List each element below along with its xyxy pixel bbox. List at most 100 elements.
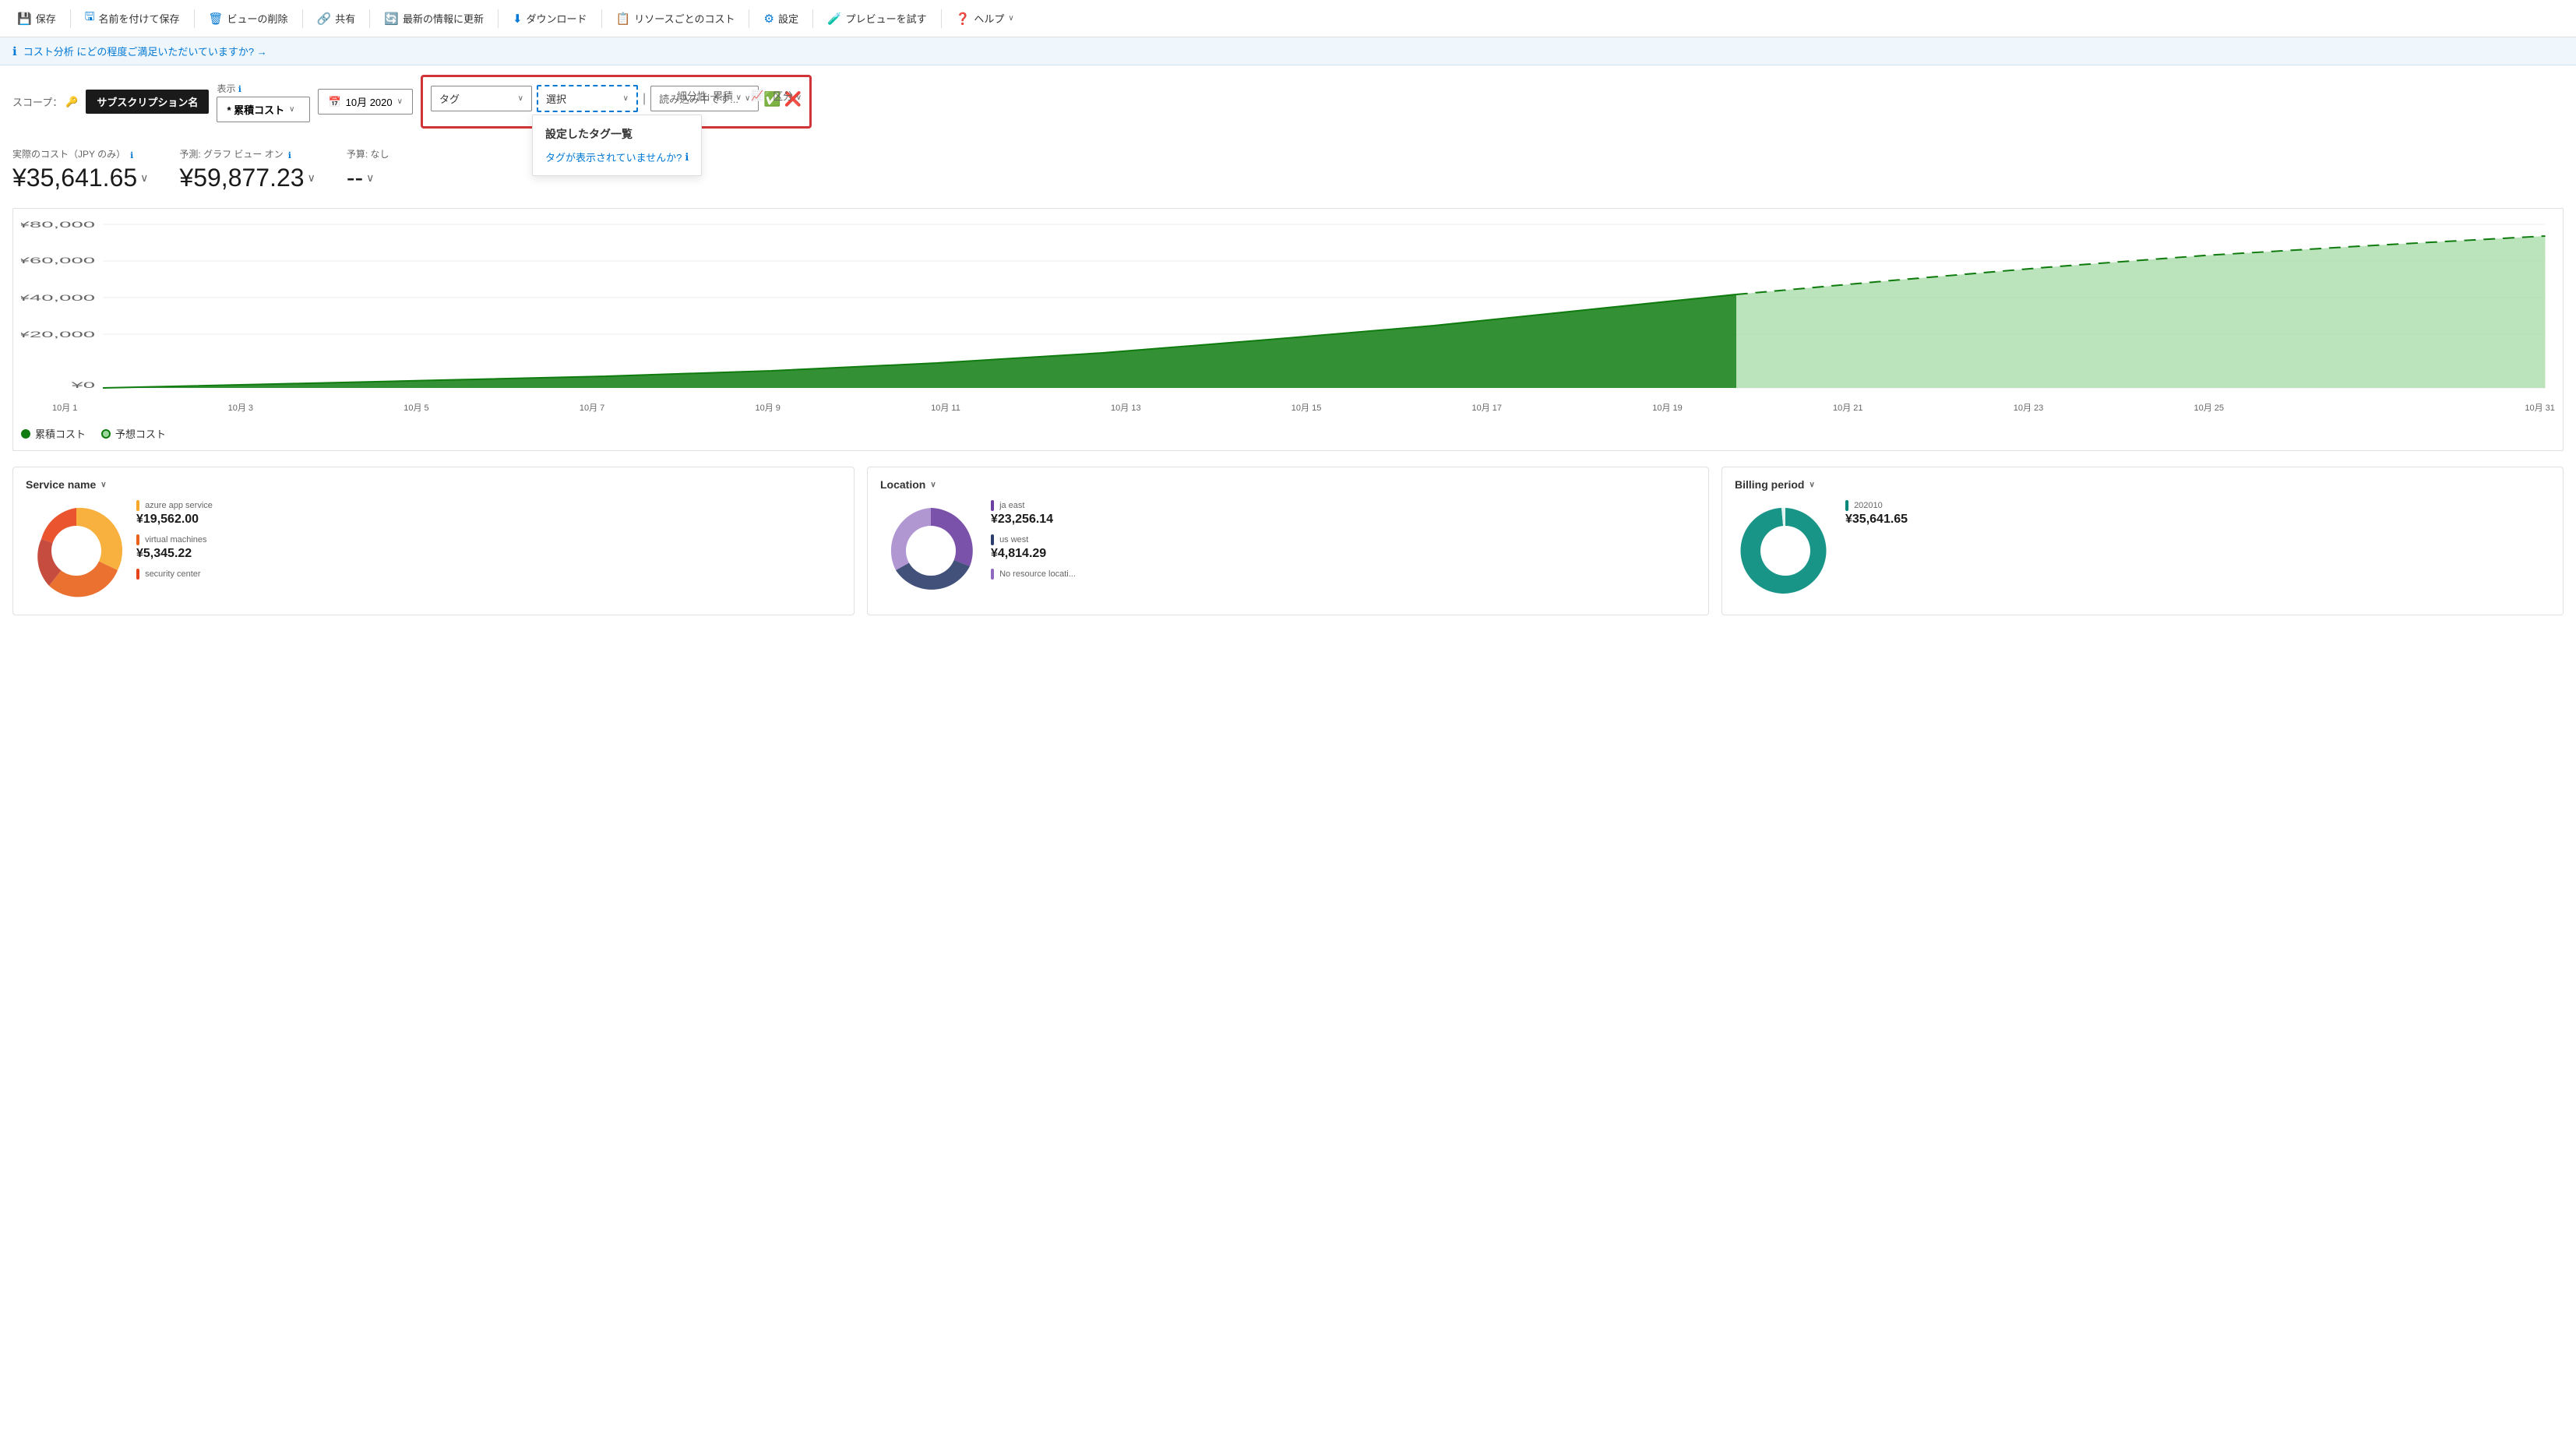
date-chevron-icon: ∨: [397, 97, 403, 106]
service-name-title: Service name: [26, 478, 96, 491]
granularity-chevron-icon: ∨: [736, 93, 742, 102]
location-donut: [880, 500, 981, 604]
forecast-legend-dot: [101, 429, 111, 439]
svg-text:¥40,000: ¥40,000: [21, 294, 95, 303]
forecast-legend-label: 予想コスト: [115, 426, 166, 441]
download-button[interactable]: ⬇ ダウンロード: [505, 7, 595, 30]
scope-filter-row: スコープ： 🔑 サブスクリプション名 表示 ℹ * 累積コスト ∨ 📅 10月 …: [12, 75, 2564, 129]
x-label-19: 10月 19: [1652, 401, 1683, 414]
share-button[interactable]: 🔗 共有: [309, 7, 364, 30]
forecast-cost-block: 予測: グラフ ビュー オン ℹ ¥59,877.23 ∨: [179, 147, 315, 192]
azure-app-color-bar: [136, 500, 139, 511]
info-text: コスト分析 にどの程度ご満足いただいていますか? →: [23, 44, 267, 58]
chart-type-label: 区分: [773, 90, 793, 102]
service-name-body: azure app service ¥19,562.00 virtual mac…: [26, 500, 841, 604]
refresh-icon: 🔄: [384, 12, 399, 26]
scope-key-icon: 🔑: [65, 96, 78, 108]
location-card: Location ∨: [867, 467, 1709, 615]
billing-202010-item: 202010 ¥35,641.65: [1845, 500, 2550, 527]
svg-text:¥0: ¥0: [70, 381, 95, 390]
budget-value[interactable]: -- ∨: [347, 164, 389, 192]
x-label-23: 10月 23: [2014, 401, 2044, 414]
save-as-button[interactable]: 🖫 名前を付けて保存: [77, 5, 188, 32]
info-bar: ℹ コスト分析 にどの程度ご満足いただいていますか? →: [0, 37, 2576, 65]
divider-8: [812, 9, 813, 28]
resource-cost-button[interactable]: 📋 リソースごとのコスト: [608, 7, 743, 30]
billing-period-data: 202010 ¥35,641.65: [1845, 500, 2550, 534]
service-name-chevron-icon: ∨: [100, 481, 106, 489]
display-chevron-icon: ∨: [289, 105, 294, 114]
no-location-item: No resource locati...: [991, 569, 1696, 580]
scope-value[interactable]: サブスクリプション名: [86, 90, 209, 114]
tag-chevron-icon: ∨: [518, 94, 523, 103]
billing-donut-svg: [1735, 500, 1836, 601]
x-label-7: 10月 7: [580, 401, 604, 414]
location-header[interactable]: Location ∨: [880, 478, 1696, 491]
save-button[interactable]: 💾 保存: [9, 7, 64, 30]
tag-filter-dropdown[interactable]: タグ ∨: [431, 86, 532, 111]
divider-9: [941, 9, 942, 28]
display-dropdown[interactable]: * 累積コスト ∨: [217, 97, 310, 122]
divider-4: [369, 9, 370, 28]
x-label-31: 10月 31: [2525, 401, 2555, 414]
location-title: Location: [880, 478, 925, 491]
settings-icon: ⚙: [763, 12, 774, 26]
forecast-cost-value[interactable]: ¥59,877.23 ∨: [179, 164, 315, 192]
billing-period-header[interactable]: Billing period ∨: [1735, 478, 2550, 491]
delete-icon: 🗑: [209, 12, 224, 26]
main-content: スコープ： 🔑 サブスクリプション名 表示 ℹ * 累積コスト ∨ 📅 10月 …: [0, 65, 2576, 625]
chart-area: ¥80,000 ¥60,000 ¥40,000 ¥20,000 ¥0: [12, 208, 2564, 451]
tag-not-showing-link[interactable]: タグが表示されていませんか? ℹ: [545, 150, 689, 164]
tag-panel-title: 設定したタグ一覧: [545, 126, 689, 142]
select-chevron-icon: ∨: [623, 94, 629, 103]
date-dropdown[interactable]: 📅 10月 2020 ∨: [318, 89, 413, 115]
toolbar: 💾 保存 🖫 名前を付けて保存 🗑 ビューの削除 🔗 共有 🔄 最新の情報に更新…: [0, 0, 2576, 37]
granularity-label: 細分性: 累積: [677, 90, 733, 102]
actual-legend-item: 累積コスト: [21, 426, 86, 441]
budget-label: 予算: なし: [347, 147, 389, 160]
actual-chevron-icon: ∨: [140, 171, 148, 185]
billing-color-bar: [1845, 500, 1848, 511]
x-label-1: 10月 1: [52, 401, 77, 414]
ja-east-value: ¥23,256.14: [991, 513, 1696, 527]
billing-period-body: 202010 ¥35,641.65: [1735, 500, 2550, 604]
x-label-11: 10月 11: [931, 401, 960, 414]
location-data: ja east ¥23,256.14 us west ¥4,814.29: [991, 500, 1696, 587]
us-west-value: ¥4,814.29: [991, 547, 1696, 561]
help-chevron-icon: ∨: [1008, 14, 1013, 23]
cost-chart: ¥80,000 ¥60,000 ¥40,000 ¥20,000 ¥0: [21, 217, 2555, 396]
refresh-button[interactable]: 🔄 最新の情報に更新: [376, 7, 492, 30]
delete-view-button[interactable]: 🗑 ビューの削除: [201, 7, 296, 30]
forecast-cost-label-row: 予測: グラフ ビュー オン ℹ: [179, 147, 315, 164]
x-label-21: 10月 21: [1833, 401, 1863, 414]
no-location-color-bar: [991, 569, 994, 580]
settings-button[interactable]: ⚙ 設定: [756, 7, 805, 30]
service-name-header[interactable]: Service name ∨: [26, 478, 841, 491]
preview-button[interactable]: 🧪 プレビューを試す: [819, 7, 935, 30]
download-icon: ⬇: [513, 12, 523, 26]
save-icon: 💾: [17, 12, 32, 26]
x-label-13: 10月 13: [1111, 401, 1141, 414]
us-west-color-bar: [991, 534, 994, 545]
forecast-cost-label: 予測: グラフ ビュー オン: [179, 147, 283, 160]
forecast-chevron-icon: ∨: [308, 171, 315, 185]
select-filter-dropdown[interactable]: 選択 ∨: [537, 85, 638, 112]
x-label-15: 10月 15: [1292, 401, 1322, 414]
chart-icon: 📈: [751, 90, 763, 102]
service-name-data: azure app service ¥19,562.00 virtual mac…: [136, 500, 841, 587]
display-label: 表示 ℹ: [217, 82, 310, 95]
azure-app-service-item: azure app service ¥19,562.00: [136, 500, 841, 527]
actual-legend-label: 累積コスト: [35, 426, 86, 441]
ja-east-color-bar: [991, 500, 994, 511]
divider-5: [498, 9, 499, 28]
list-icon: 📋: [616, 12, 631, 26]
svg-text:¥20,000: ¥20,000: [21, 330, 95, 340]
chart-legend: 累積コスト 予想コスト: [21, 420, 2555, 450]
help-button[interactable]: ❓ ヘルプ ∨: [948, 7, 1022, 30]
actual-cost-value[interactable]: ¥35,641.65 ∨: [12, 164, 148, 192]
service-name-donut: [26, 500, 127, 604]
divider-3: [302, 9, 303, 28]
billing-202010-value: ¥35,641.65: [1845, 513, 2550, 527]
chart-wrap: ¥80,000 ¥60,000 ¥40,000 ¥20,000 ¥0: [21, 217, 2555, 398]
tag-info-icon: ℹ: [685, 151, 689, 164]
